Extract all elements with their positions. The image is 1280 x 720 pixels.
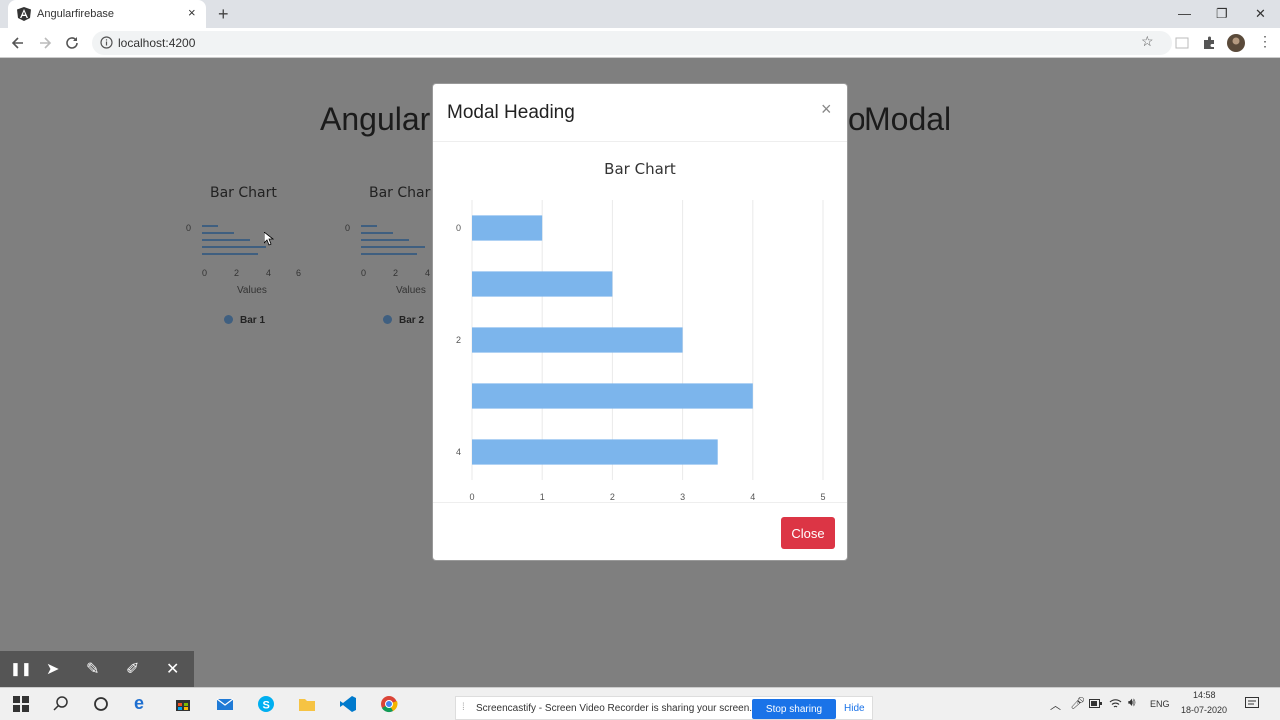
pause-icon[interactable]: ❚❚ — [10, 661, 32, 677]
minimize-icon[interactable]: — — [1178, 6, 1191, 21]
volume-icon[interactable]: 🔊︎ — [1128, 695, 1136, 710]
mini-x-label: Values — [237, 285, 267, 296]
puzzle-icon[interactable] — [1201, 35, 1217, 51]
bar — [472, 439, 718, 465]
address-bar[interactable]: localhost:4200 — [92, 31, 1172, 55]
mini-y-tick: 0 — [186, 223, 192, 233]
mini-x-tick: 4 — [266, 268, 272, 278]
reload-icon[interactable] — [64, 35, 80, 51]
angular-icon — [17, 7, 31, 21]
notifications-icon[interactable] — [1245, 697, 1259, 710]
avatar[interactable] — [1227, 34, 1245, 52]
language-indicator[interactable]: ENG — [1150, 699, 1170, 709]
folder-icon[interactable] — [298, 695, 316, 713]
mini-bars — [361, 225, 425, 255]
mini-chart-title: Bar Chart — [210, 185, 277, 201]
restore-icon[interactable]: ❐ — [1216, 6, 1228, 22]
bar-chart: Bar Chart012345024ValuesBar 1 — [456, 160, 826, 528]
presentation-toolbar: ❚❚ ➤ ✎ ✐ ✕ — [0, 651, 194, 687]
battery-icon[interactable] — [1089, 699, 1102, 708]
bar — [472, 383, 753, 409]
skype-icon[interactable]: S — [257, 695, 275, 713]
new-tab-button[interactable]: + — [218, 4, 229, 25]
screen-share-bar: ⁞ Screencastify - Screen Video Recorder … — [455, 696, 873, 720]
mini-x-label: Values — [396, 285, 426, 296]
mini-x-tick: 0 — [361, 268, 367, 278]
url-text: localhost:4200 — [118, 36, 196, 50]
highlighter-icon[interactable]: ✐ — [126, 659, 139, 679]
share-notice: Screencastify - Screen Video Recorder is… — [476, 703, 753, 714]
bar — [472, 271, 613, 297]
windows-start-icon[interactable] — [12, 695, 30, 713]
browser-tabbar: Angularfirebase × + — ❐ ✕ — [0, 0, 1280, 28]
pen-icon[interactable]: ✎ — [86, 659, 99, 679]
wifi-icon[interactable] — [1109, 697, 1122, 709]
mini-legend-label: Bar 1 — [240, 315, 266, 326]
modal-dialog: Modal Heading × Bar Chart012345024Values… — [432, 83, 848, 561]
mini-x-tick: 2 — [234, 268, 240, 278]
x-tick-label: 0 — [469, 492, 474, 500]
y-tick-label: 0 — [456, 223, 461, 233]
mini-chart-1: Bar Chart 0 0 2 4 6 Values Bar 1 — [180, 179, 310, 329]
x-tick-label: 2 — [610, 492, 615, 500]
browser-toolbar: localhost:4200 ☆ ⋮ — [0, 28, 1280, 58]
menu-dots-icon[interactable]: ⋮ — [1258, 33, 1274, 49]
mini-x-tick: 2 — [393, 268, 399, 278]
y-tick-label: 2 — [456, 335, 461, 345]
mail-icon[interactable] — [216, 695, 234, 713]
pointer-icon[interactable]: ➤ — [46, 659, 59, 679]
tools-close-icon[interactable]: ✕ — [166, 659, 179, 679]
chrome-icon[interactable] — [380, 695, 398, 713]
tray-chevron-icon[interactable]: ︿ — [1050, 697, 1061, 713]
clock-date[interactable]: 18-07-2020 — [1181, 705, 1227, 715]
y-tick-label: 4 — [456, 447, 461, 457]
search-icon[interactable] — [52, 695, 70, 713]
tab-close-icon[interactable]: × — [188, 5, 196, 20]
mouse-cursor-icon — [264, 232, 274, 246]
x-tick-label: 1 — [540, 492, 545, 500]
forward-arrow-icon[interactable] — [37, 35, 53, 51]
mini-chart-title: Bar Char — [369, 185, 431, 201]
x-tick-label: 5 — [820, 492, 825, 500]
vscode-icon[interactable] — [339, 695, 357, 713]
chart-title: Bar Chart — [604, 160, 676, 178]
mini-legend-label: Bar 2 — [399, 315, 425, 326]
bar — [472, 327, 683, 353]
bar — [472, 215, 543, 241]
mini-chart-2: Bar Char 0 0 2 4 Values Bar 2 — [339, 179, 432, 329]
mini-x-tick: 0 — [202, 268, 208, 278]
svg-text:S: S — [263, 700, 270, 712]
x-tick-label: 4 — [750, 492, 755, 500]
cortana-icon[interactable] — [92, 695, 110, 713]
legend-dot — [383, 315, 392, 324]
modal-header: Modal Heading × — [433, 84, 847, 142]
stop-sharing-button[interactable]: Stop sharing — [752, 699, 836, 719]
store-icon[interactable] — [174, 695, 192, 713]
page-title-right: Modal — [864, 101, 952, 137]
microphone-icon[interactable]: 🎤︎ — [1070, 696, 1085, 710]
extension-icon[interactable] — [1174, 35, 1190, 51]
page-title-left: Angular — [320, 101, 431, 137]
mini-x-tick: 6 — [296, 268, 302, 278]
mini-x-tick: 4 — [425, 268, 431, 278]
back-arrow-icon[interactable] — [10, 35, 26, 51]
edge-icon[interactable]: e — [134, 693, 152, 713]
modal-body: Bar Chart012345024ValuesBar 1 — [433, 142, 847, 528]
modal-heading: Modal Heading — [447, 102, 575, 123]
modal-close-icon[interactable]: × — [821, 99, 832, 120]
modal-footer: Close — [433, 502, 847, 560]
page-title-fragment: o — [848, 101, 864, 137]
hide-link[interactable]: Hide — [844, 703, 865, 714]
info-icon[interactable] — [100, 36, 113, 49]
window-close-icon[interactable]: ✕ — [1255, 6, 1266, 22]
close-button[interactable]: Close — [781, 517, 835, 549]
browser-tab[interactable]: Angularfirebase × — [8, 0, 206, 28]
bookmark-star-icon[interactable]: ☆ — [1141, 33, 1157, 49]
drag-handle-icon[interactable]: ⁞ — [462, 702, 465, 713]
x-tick-label: 3 — [680, 492, 685, 500]
clock-time[interactable]: 14:58 — [1193, 690, 1216, 700]
mini-y-tick: 0 — [345, 223, 351, 233]
legend-dot — [224, 315, 233, 324]
tab-title: Angularfirebase — [37, 8, 115, 20]
